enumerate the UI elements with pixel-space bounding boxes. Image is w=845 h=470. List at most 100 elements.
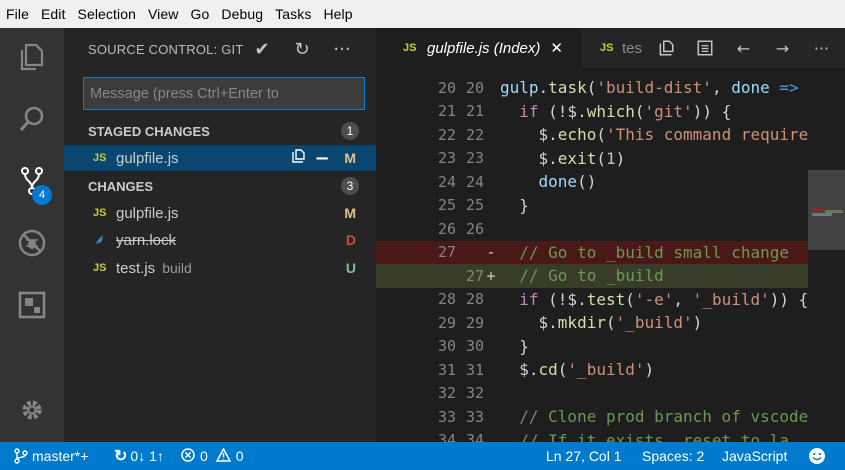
code-line[interactable]: 24 24 done() [376,170,808,194]
code-text: $.mkdir('_build') [500,313,703,333]
indentation[interactable]: Spaces: 2 [642,442,704,470]
editor-actions: ← → ··· [646,28,841,68]
open-file-icon[interactable] [286,148,310,168]
code-line[interactable]: 29 29 $.mkdir('_build') [376,311,808,335]
code-line[interactable]: 26 26 [376,217,808,241]
files-icon [20,43,44,71]
menu-tasks[interactable]: Tasks [275,6,311,22]
added-line[interactable]: 27 + // Go to _build [376,264,808,288]
inline-view-icon[interactable] [685,39,724,57]
original-line-number: 27 [437,243,456,262]
close-icon[interactable]: ✕ [550,39,563,57]
menu-selection[interactable]: Selection [78,6,137,22]
code-text: // Go to _build [519,266,664,286]
warning-count: 0 [235,448,244,464]
changes-label: CHANGES [88,178,154,194]
change-file-yarn-lock[interactable]: yarn.lock D [64,227,376,253]
modified-line-number: 33 [465,407,484,426]
code-text: gulp.task('build-dist', done => [500,78,799,98]
next-change-icon[interactable]: → [763,39,802,58]
code-line[interactable]: 22 22 $.echo('This command require [376,123,808,147]
open-file-icon[interactable] [646,39,685,57]
removed-line[interactable]: 27 - // Go to _build small change [376,240,808,264]
code-line[interactable]: 23 23 $.exit(1) [376,147,808,171]
original-line-number: 20 [437,78,456,97]
error-count: 0 [200,448,208,464]
modified-line-number: 22 [465,125,484,144]
menu-edit[interactable]: Edit [41,6,66,22]
change-file-test-js[interactable]: JS test.js build U [64,255,376,281]
file-name: gulpfile.js [116,204,179,222]
code-line[interactable]: 28 28 if (!$.test('-e', '_build')) { [376,288,808,312]
code-line[interactable]: 25 25 } [376,194,808,218]
minimap[interactable] [808,170,845,250]
code-line[interactable]: 33 33 // Clone prod branch of vscode [376,405,808,429]
menu-debug[interactable]: Debug [221,6,263,22]
extensions-button[interactable] [0,276,64,334]
staged-changes-label: STAGED CHANGES [88,123,210,139]
code-text: // If it exists, reset to la [519,430,789,442]
staged-file-gulpfile[interactable]: JS gulpfile.js − M [64,145,376,171]
code-text: done() [538,172,597,192]
unstage-icon[interactable]: − [310,148,334,169]
file-folder: build [162,260,192,276]
more-actions-icon[interactable]: ··· [322,39,362,60]
code-line[interactable]: 34 34 // If it exists, reset to la [376,429,808,442]
modified-line-number: 20 [465,78,484,97]
code-line[interactable]: 21 21 if (!$.which('git')) { [376,100,808,124]
language-mode[interactable]: JavaScript [722,442,787,470]
menu-help[interactable]: Help [323,6,352,22]
branch-indicator[interactable]: master*+ [14,442,88,470]
file-status: M [344,150,356,166]
modified-line-number: 31 [465,360,484,379]
code-text: // Clone prod branch of vscode [519,407,809,427]
more-actions-icon[interactable]: ··· [802,39,841,58]
code-line[interactable]: 30 30 } [376,335,808,359]
modified-line-number: 28 [465,290,484,309]
code-text: $.exit(1) [500,148,626,168]
tab-gulpfile-index[interactable]: JS gulpfile.js (Index) ✕ [376,28,582,68]
source-control-button[interactable]: 4 [0,152,64,210]
explorer-button[interactable] [0,28,64,86]
modified-line-number: 21 [465,102,484,121]
tab-test-js[interactable]: JS tes [582,28,642,68]
menu-go[interactable]: Go [191,6,210,22]
change-file-gulpfile[interactable]: JS gulpfile.js M [64,200,376,226]
previous-change-icon[interactable]: ← [724,39,763,58]
original-line-number: 29 [437,313,456,332]
menu-file[interactable]: File [6,6,29,22]
changes-header[interactable]: CHANGES 3 [64,173,376,199]
warning-icon [215,446,232,465]
code-text: $.cd('_build') [500,360,655,380]
settings-button[interactable] [0,381,64,439]
modified-line-number: 27 [465,266,484,285]
code-editor[interactable]: 20 20 gulp.task('build-dist', done => 21 21 … [376,68,845,442]
commit-check-icon[interactable]: ✔ [242,39,282,60]
tab-label: tes [621,39,642,57]
code-line[interactable]: 31 31 $.cd('_build') [376,358,808,382]
sync-indicator[interactable]: ↻ 0↓ 1↑ [114,442,164,470]
original-line-number: 32 [437,384,456,403]
code-line[interactable]: 20 20 gulp.task('build-dist', done => [376,76,808,100]
activity-bar: 4 [0,28,64,442]
modified-line-number: 29 [465,313,484,332]
code-text: if (!$.which('git')) { [519,101,732,121]
refresh-icon[interactable]: ↻ [282,39,322,60]
original-line-number: 28 [437,290,456,309]
code-line[interactable]: 32 32 [376,382,808,406]
modified-line-number: 26 [465,219,484,238]
gear-icon [22,400,42,420]
debug-button[interactable] [0,214,64,272]
modified-line-number: 32 [465,384,484,403]
js-file-icon: JS [93,207,107,219]
sync-icon: ↻ [114,448,128,465]
code-text: } [500,195,529,215]
feedback-button[interactable] [808,442,826,470]
staged-changes-header[interactable]: STAGED CHANGES 1 [64,118,376,144]
cursor-position[interactable]: Ln 27, Col 1 [546,442,622,470]
commit-message-input[interactable]: Message (press Ctrl+Enter to [83,77,365,110]
menu-view[interactable]: View [148,6,179,22]
status-bar: master*+ ↻ 0↓ 1↑ 0 0 Ln 27, Col 1 Spaces… [0,442,845,470]
problems-indicator[interactable]: 0 0 [181,442,244,470]
search-button[interactable] [0,90,64,148]
